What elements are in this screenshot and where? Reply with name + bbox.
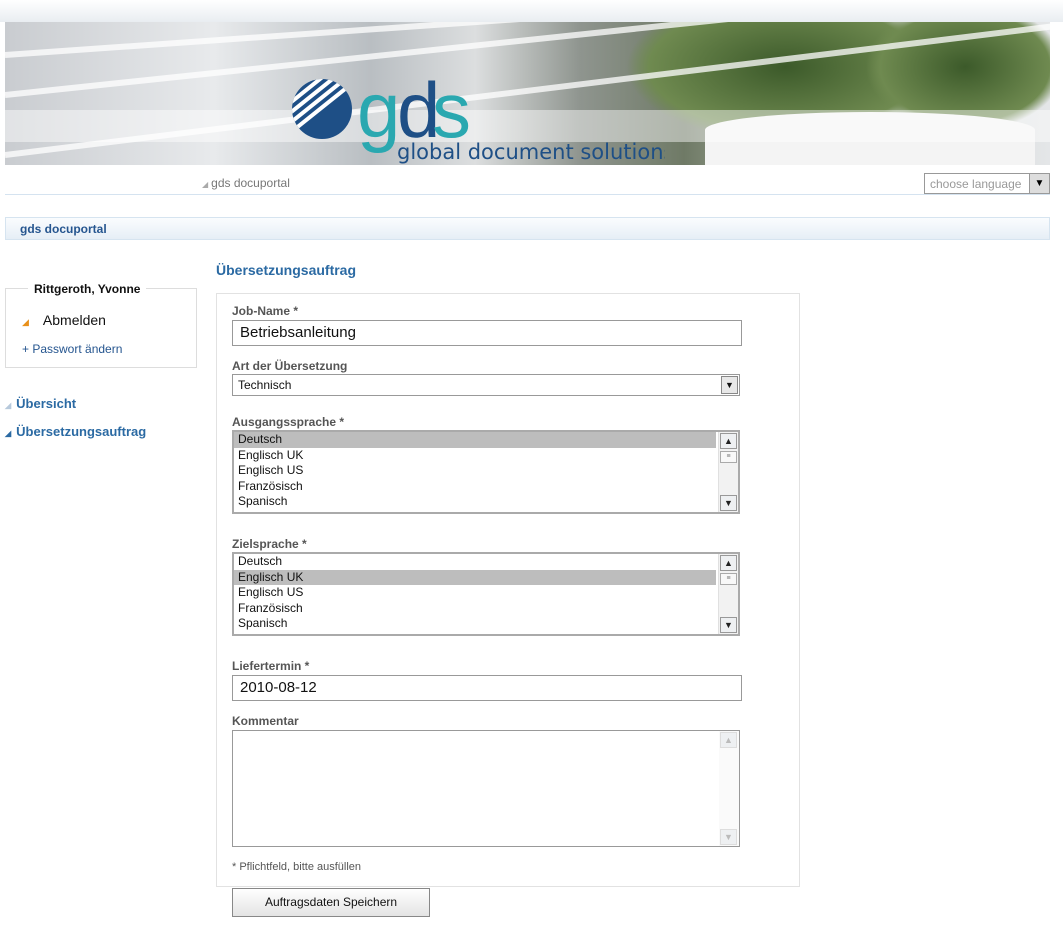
comment-label: Kommentar bbox=[232, 714, 299, 728]
header-banner: g d s global document solutions bbox=[5, 22, 1050, 165]
language-select[interactable]: choose language ▼ bbox=[924, 173, 1050, 194]
listbox-option[interactable]: Deutsch bbox=[234, 554, 716, 570]
source-language-listbox[interactable]: Deutsch Englisch UK Englisch US Französi… bbox=[232, 430, 740, 514]
delivery-date-input[interactable]: 2010-08-12 bbox=[232, 675, 742, 701]
scrollbar[interactable]: ▲ ≡ ▼ bbox=[718, 554, 738, 634]
job-name-label: Job-Name * bbox=[232, 304, 299, 318]
save-button[interactable]: Auftragsdaten Speichern bbox=[232, 888, 430, 917]
scroll-up-icon[interactable]: ▲ bbox=[720, 433, 737, 449]
listbox-option[interactable]: Französisch bbox=[234, 601, 716, 617]
scroll-up-icon[interactable]: ▲ bbox=[720, 732, 737, 748]
scrollbar[interactable]: ▲ ▼ bbox=[719, 731, 739, 846]
user-name: Rittgeroth, Yvonne bbox=[28, 282, 147, 296]
translation-type-select[interactable]: Technisch ▼ bbox=[232, 374, 740, 396]
svg-text:g: g bbox=[357, 66, 396, 154]
listbox-option[interactable]: Spanisch bbox=[234, 616, 716, 632]
listbox-option[interactable]: Deutsch bbox=[234, 432, 716, 448]
delivery-date-label: Liefertermin * bbox=[232, 659, 310, 673]
listbox-option[interactable]: Englisch UK bbox=[234, 448, 716, 464]
listbox-option[interactable]: Englisch UK bbox=[234, 569, 716, 585]
target-language-label: Zielsprache * bbox=[232, 537, 307, 551]
language-select-value: choose language bbox=[930, 177, 1022, 191]
breadcrumb[interactable]: ◢ gds docuportal bbox=[202, 176, 290, 190]
scroll-thumb[interactable]: ≡ bbox=[720, 451, 737, 463]
tagline: global document solutions bbox=[397, 140, 665, 164]
listbox-option[interactable]: Englisch US bbox=[234, 585, 716, 601]
user-box: Rittgeroth, Yvonne ◢ Abmelden + Passwort … bbox=[5, 282, 197, 368]
change-password-link[interactable]: + Passwort ändern bbox=[22, 342, 122, 356]
required-note: * Pflichtfeld, bitte ausfüllen bbox=[232, 861, 362, 873]
scroll-down-icon[interactable]: ▼ bbox=[720, 495, 737, 511]
triangle-icon: ◢ bbox=[5, 429, 12, 438]
logout-label: Abmelden bbox=[42, 312, 106, 328]
nav-label: Übersicht bbox=[16, 396, 77, 411]
scroll-thumb[interactable]: ≡ bbox=[720, 573, 737, 585]
breadcrumb-label: gds docuportal bbox=[211, 176, 290, 190]
scroll-down-icon[interactable]: ▼ bbox=[720, 829, 737, 845]
divider bbox=[5, 194, 1050, 195]
translation-type-value: Technisch bbox=[238, 378, 292, 392]
page-title: Übersetzungsauftrag bbox=[216, 262, 357, 278]
section-header-bar: gds docuportal bbox=[5, 217, 1050, 240]
chevron-down-icon[interactable]: ▼ bbox=[1029, 174, 1049, 193]
listbox-option[interactable]: Englisch US bbox=[234, 463, 716, 479]
job-name-input[interactable]: Betriebsanleitung bbox=[232, 320, 742, 346]
nav-item-translation-order[interactable]: ◢ Übersetzungsauftrag bbox=[5, 424, 146, 439]
triangle-icon: ◢ bbox=[22, 317, 29, 327]
target-language-listbox[interactable]: Deutsch Englisch UK Englisch US Französi… bbox=[232, 552, 740, 636]
listbox-option[interactable]: Spanisch bbox=[234, 494, 716, 510]
scroll-up-icon[interactable]: ▲ bbox=[720, 555, 737, 571]
triangle-icon: ◢ bbox=[202, 180, 209, 189]
source-language-label: Ausgangssprache * bbox=[232, 415, 345, 429]
translation-type-label: Art der Übersetzung bbox=[232, 359, 348, 373]
gds-logo: g d s global document solutions bbox=[292, 66, 665, 164]
listbox-option[interactable]: Französisch bbox=[234, 479, 716, 495]
nav-label: Übersetzungsauftrag bbox=[16, 424, 147, 439]
triangle-icon: ◢ bbox=[5, 401, 12, 410]
scroll-down-icon[interactable]: ▼ bbox=[720, 617, 737, 633]
nav-item-overview[interactable]: ◢ Übersicht bbox=[5, 396, 76, 411]
section-header-title: gds docuportal bbox=[20, 222, 107, 236]
comment-textarea[interactable]: ▲ ▼ bbox=[232, 730, 740, 847]
scrollbar[interactable]: ▲ ≡ ▼ bbox=[718, 432, 738, 512]
top-strip bbox=[0, 0, 1063, 22]
chevron-down-icon[interactable]: ▼ bbox=[721, 376, 738, 394]
logout-link[interactable]: ◢ Abmelden bbox=[22, 312, 106, 328]
